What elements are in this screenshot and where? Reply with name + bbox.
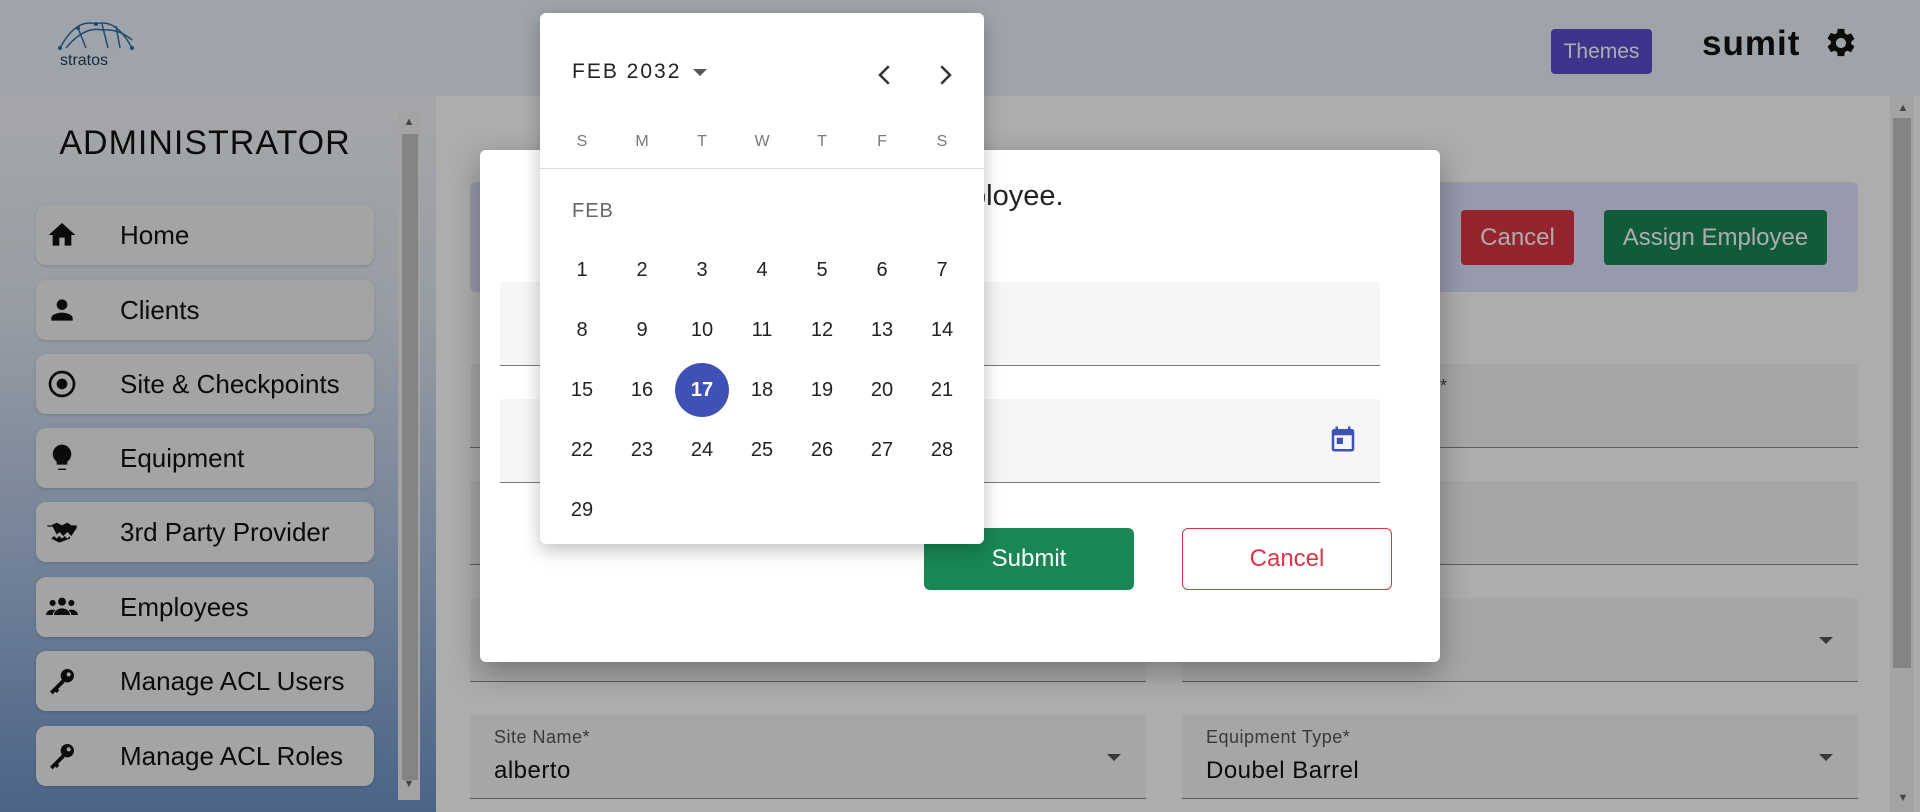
calendar-day[interactable]: 20 [855, 363, 909, 417]
calendar-day[interactable]: 19 [795, 363, 849, 417]
calendar-icon[interactable] [1328, 424, 1358, 454]
calendar-day[interactable]: 22 [555, 423, 609, 477]
picker-month-label: FEB [572, 200, 614, 222]
calendar-day[interactable]: 12 [795, 303, 849, 357]
calendar-day[interactable]: 4 [735, 243, 789, 297]
calendar-day[interactable]: 5 [795, 243, 849, 297]
calendar-day[interactable]: 21 [915, 363, 969, 417]
calendar-day[interactable]: 8 [555, 303, 609, 357]
calendar-day[interactable]: 11 [735, 303, 789, 357]
calendar-day[interactable]: 14 [915, 303, 969, 357]
picker-divider [540, 168, 984, 169]
calendar-day[interactable]: 3 [675, 243, 729, 297]
calendar-day[interactable]: 26 [795, 423, 849, 477]
weekday-header: S [936, 133, 948, 150]
calendar-day[interactable]: 1 [555, 243, 609, 297]
calendar-day[interactable]: 16 [615, 363, 669, 417]
calendar-day[interactable]: 13 [855, 303, 909, 357]
calendar-day[interactable]: 28 [915, 423, 969, 477]
calendar-day[interactable]: 25 [735, 423, 789, 477]
month-year-selector[interactable]: FEB 2032 [572, 60, 708, 84]
calendar-day[interactable]: 7 [915, 243, 969, 297]
weekday-header: F [877, 133, 887, 150]
calendar-day[interactable]: 27 [855, 423, 909, 477]
calendar-day[interactable]: 18 [735, 363, 789, 417]
calendar-day[interactable]: 29 [555, 483, 609, 537]
weekday-header: T [697, 133, 707, 150]
weekday-header: S [576, 133, 588, 150]
calendar-day[interactable]: 15 [555, 363, 609, 417]
calendar-day[interactable]: 24 [675, 423, 729, 477]
calendar-day[interactable]: 2 [615, 243, 669, 297]
weekday-header: M [635, 133, 649, 150]
calendar-day[interactable]: 6 [855, 243, 909, 297]
calendar-day[interactable]: 10 [675, 303, 729, 357]
chevron-left-icon[interactable] [870, 60, 900, 90]
dialog-cancel-button[interactable]: Cancel [1182, 528, 1392, 590]
calendar-day[interactable]: 9 [615, 303, 669, 357]
weekday-header: T [817, 133, 827, 150]
calendar-day[interactable]: 23 [615, 423, 669, 477]
dialog-title: ployee. [970, 180, 1064, 212]
chevron-right-icon[interactable] [930, 60, 960, 90]
calendar-day-selected[interactable]: 17 [675, 363, 729, 417]
weekday-header: W [754, 133, 770, 150]
month-year-label: FEB 2032 [572, 60, 682, 83]
caret-down-icon [693, 68, 708, 76]
